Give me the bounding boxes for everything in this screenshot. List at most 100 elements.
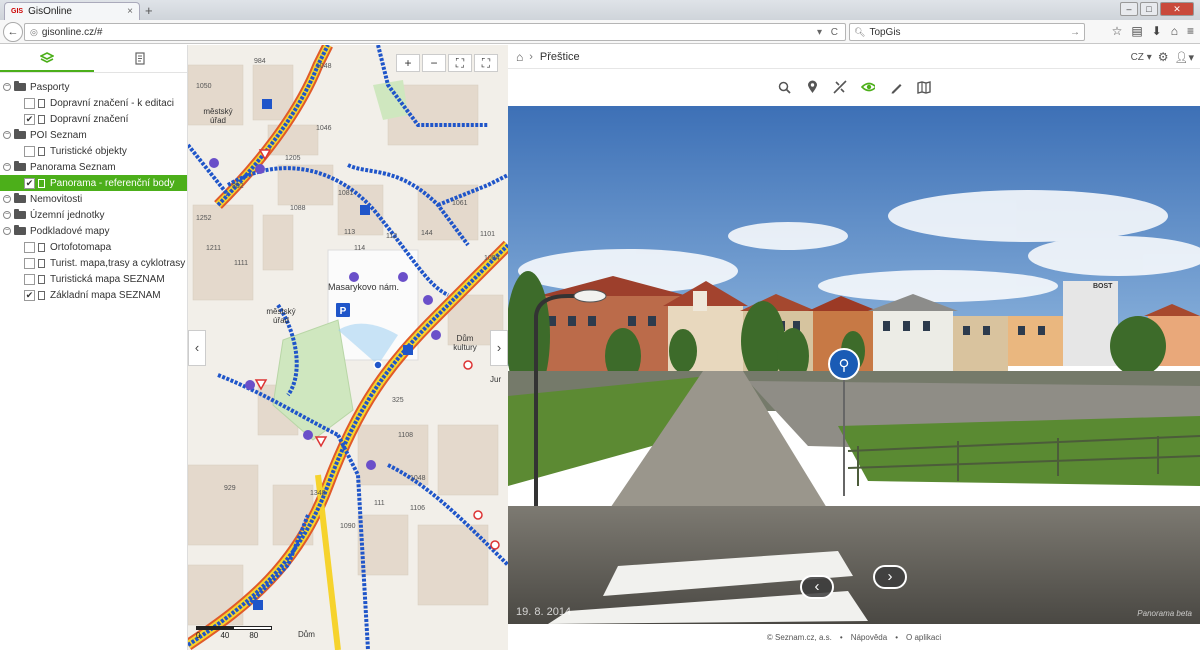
close-window-button[interactable]: ✕ (1160, 2, 1194, 16)
tab-close-icon[interactable]: × (127, 6, 133, 17)
address-bar[interactable]: ◎ gisonline.cz/# ▾ C (24, 23, 846, 41)
square-label: Masarykovo nám. (328, 282, 400, 292)
reload-icon[interactable]: ▾ C (817, 27, 841, 38)
fullscreen-icon[interactable]: ⛶ (448, 54, 472, 72)
house-number: 862 (232, 183, 244, 190)
folder-icon (14, 209, 26, 219)
document-icon (38, 114, 45, 124)
scale-bar (196, 626, 272, 630)
house-number: 1101 (480, 231, 496, 238)
tab-legend[interactable] (94, 45, 188, 72)
collapse-icon[interactable]: − (3, 83, 11, 91)
extent-icon[interactable]: ⛶ (474, 54, 498, 72)
downloads-icon[interactable]: ⬇ (1152, 24, 1162, 38)
menu-icon[interactable]: ≡ (1187, 24, 1194, 38)
language-select[interactable]: CZ ▾ (1131, 52, 1152, 63)
layer-checkbox[interactable] (24, 241, 35, 253)
bookmark-star-icon[interactable]: ☆ (1112, 24, 1123, 38)
layer-group[interactable]: − Panorama Seznam (0, 159, 187, 175)
search-bar[interactable]: 🔍︎ TopGis → (849, 23, 1085, 41)
layer-item[interactable]: Ortofotomapa (0, 239, 187, 255)
bookmarks-list-icon[interactable]: ▤ (1131, 24, 1142, 38)
pano-next-button[interactable]: › (873, 565, 907, 589)
house-number: 1046 (316, 125, 332, 132)
layer-checkbox[interactable]: ✔ (24, 177, 35, 189)
office-label-2: městský úřad (266, 307, 296, 325)
layer-item-label: Základní mapa SEZNAM (50, 289, 161, 301)
browser-tab[interactable]: GIS GisOnline × (4, 2, 140, 20)
home-icon[interactable]: ⌂ (1171, 24, 1178, 38)
layer-checkbox[interactable] (24, 257, 35, 269)
layer-item-label: Turistická mapa SEZNAM (50, 273, 165, 285)
layer-checkbox[interactable] (24, 97, 35, 109)
layer-group[interactable]: − POI Seznam (0, 127, 187, 143)
expand-panel-button[interactable]: › (490, 330, 508, 366)
folder-icon (14, 225, 26, 235)
house-number: 114 (354, 245, 366, 252)
panel-tabs (0, 45, 187, 73)
layer-checkbox[interactable] (24, 273, 35, 285)
settings-gear-icon[interactable]: ⚙ (1158, 50, 1169, 64)
layer-item[interactable]: ✔ Panorama - referenční body (0, 175, 187, 191)
layer-item[interactable]: Turistické objekty (0, 143, 187, 159)
layer-group-label: Podkladové mapy (30, 225, 110, 237)
new-tab-button[interactable]: + (145, 3, 153, 18)
search-icon[interactable] (777, 80, 791, 94)
collapse-icon[interactable]: − (3, 211, 11, 219)
zoom-in-button[interactable]: + (396, 54, 420, 72)
tab-layers[interactable] (0, 45, 94, 72)
house-number: 325 (392, 397, 404, 404)
layer-group[interactable]: − Územní jednotky (0, 207, 187, 223)
breadcrumb-location[interactable]: Přeštice (540, 51, 580, 63)
collapse-icon[interactable]: − (3, 227, 11, 235)
house-number: 113 (344, 229, 356, 236)
zoom-out-button[interactable]: − (422, 54, 446, 72)
layer-item[interactable]: ✔ Základní mapa SEZNAM (0, 287, 187, 303)
footer-about-link[interactable]: O aplikaci (906, 633, 941, 642)
house-number: 1061 (452, 200, 468, 207)
document-icon (38, 178, 45, 188)
back-button[interactable]: ← (3, 22, 23, 42)
maximize-button[interactable]: □ (1140, 2, 1158, 16)
browser-navbar: ← ◎ gisonline.cz/# ▾ C 🔍︎ TopGis → ☆ ▤ ⬇… (0, 20, 1200, 44)
panorama-brand: Panorama beta (1137, 609, 1192, 618)
home-icon[interactable]: ⌂ (516, 50, 523, 64)
eye-icon[interactable] (861, 80, 875, 94)
layer-checkbox[interactable]: ✔ (24, 113, 35, 125)
layer-item[interactable]: ✔ Dopravní značení (0, 111, 187, 127)
window-controls: – □ ✕ (1120, 2, 1194, 16)
pano-prev-button[interactable]: ‹ (800, 575, 834, 599)
collapse-icon[interactable]: − (3, 131, 11, 139)
search-go-icon[interactable]: → (1070, 27, 1080, 38)
panorama-view[interactable]: BOST ⚲ ‹ › 19. 8. 2014 Panorama beta (508, 106, 1200, 624)
collapse-panel-button[interactable]: ‹ (188, 330, 206, 366)
map-view[interactable]: P + − ⛶ ⛶ ‹ › Masarykovo nám. městský úř… (188, 45, 508, 650)
footer-copyright[interactable]: © Seznam.cz, a.s. (767, 633, 832, 642)
minimize-button[interactable]: – (1120, 2, 1138, 16)
layer-item-label: Turist. mapa,trasy a cyklotrasy (50, 257, 186, 269)
layer-group[interactable]: − Nemovitosti (0, 191, 187, 207)
collapse-icon[interactable]: − (3, 195, 11, 203)
layer-item[interactable]: Turist. mapa,trasy a cyklotrasy (0, 255, 187, 271)
pin-icon[interactable] (805, 80, 819, 94)
document-icon (38, 146, 45, 156)
pencil-icon[interactable] (889, 80, 903, 94)
footer-help-link[interactable]: Nápověda (851, 633, 887, 642)
layer-tree: − Pasporty Dopravní značení - k editaci ✔ Do… (0, 73, 187, 303)
house-number: 929 (224, 485, 236, 492)
map-book-icon[interactable] (917, 80, 931, 94)
layer-group-label: Nemovitosti (30, 193, 83, 205)
layer-checkbox[interactable]: ✔ (24, 289, 35, 301)
layer-item[interactable]: Dopravní značení - k editaci (0, 95, 187, 111)
panorama-image[interactable]: BOST ⚲ (508, 106, 1200, 624)
user-icon[interactable]: 👤︎▾ (1175, 51, 1195, 64)
collapse-icon[interactable]: − (3, 163, 11, 171)
document-icon (38, 98, 45, 108)
measure-icon[interactable] (833, 80, 847, 94)
layer-checkbox[interactable] (24, 145, 35, 157)
layer-group[interactable]: − Podkladové mapy (0, 223, 187, 239)
search-text: TopGis (869, 26, 901, 38)
house-number: 144 (421, 230, 433, 237)
layer-item[interactable]: Turistická mapa SEZNAM (0, 271, 187, 287)
layer-group[interactable]: − Pasporty (0, 79, 187, 95)
